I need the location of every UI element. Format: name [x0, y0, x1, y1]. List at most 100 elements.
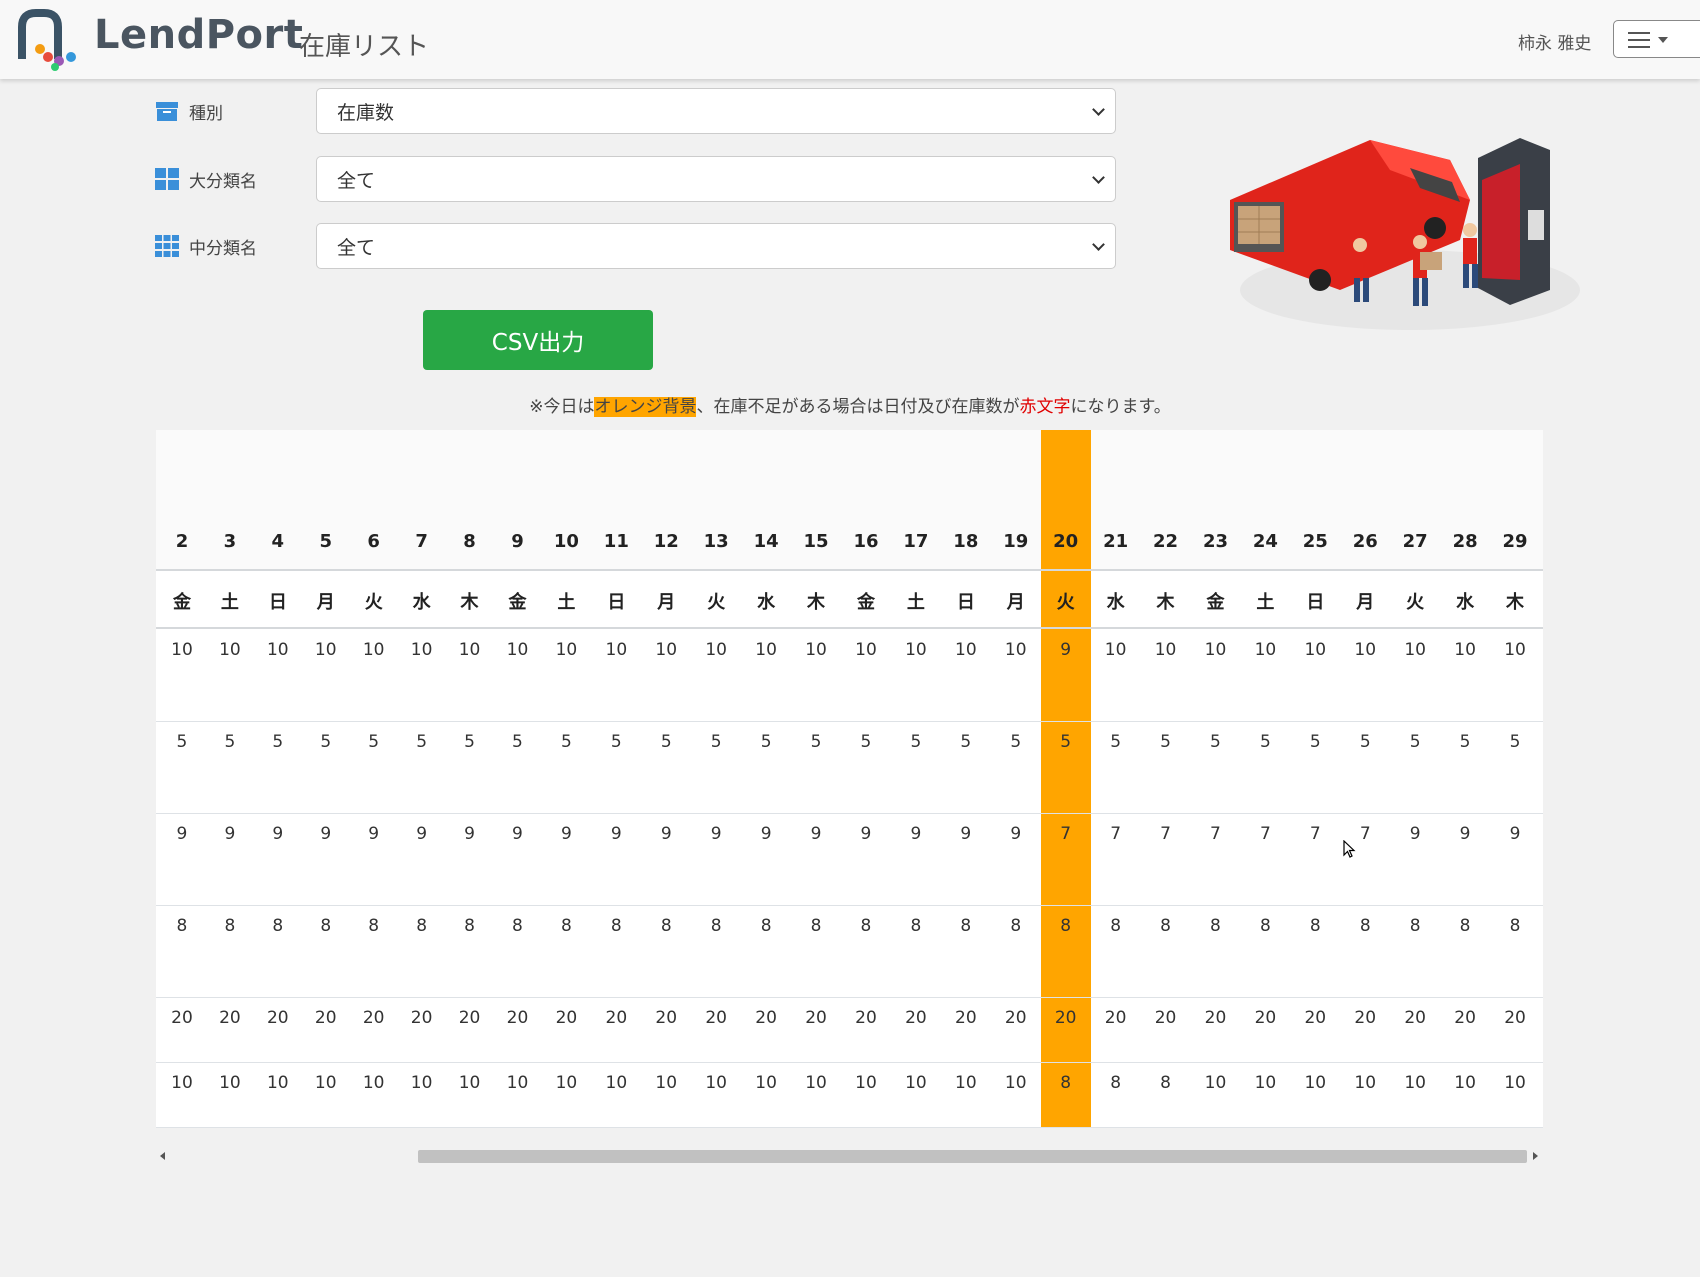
- lendport-logo-icon[interactable]: [18, 9, 88, 71]
- stock-value-cell: 8: [560, 916, 572, 936]
- middle-category-select[interactable]: 全て: [316, 223, 1116, 269]
- stock-value-cell: 5: [1110, 732, 1122, 752]
- stock-value-cell: 10: [458, 1073, 481, 1093]
- date-header-cell: 19: [1003, 531, 1029, 552]
- scroll-left-arrow-icon[interactable]: [160, 1152, 165, 1160]
- stock-value-cell: 10: [410, 1073, 433, 1093]
- stock-value-cell: 9: [810, 824, 822, 844]
- stock-value-cell: 5: [560, 732, 572, 752]
- stock-value-cell: 10: [266, 640, 289, 660]
- stock-value-cell: 10: [905, 1073, 927, 1093]
- stock-value-cell: 20: [1454, 1008, 1476, 1028]
- stock-value-cell: 10: [362, 640, 385, 660]
- stock-value-cell: 10: [219, 640, 241, 660]
- date-header-cell: 6: [367, 531, 380, 552]
- weekday-header-cell: 日: [1306, 592, 1325, 613]
- stock-value-cell: 10: [458, 640, 481, 660]
- stock-value-cell: 10: [506, 640, 529, 660]
- date-header-cell: 2: [175, 531, 189, 552]
- stock-value-cell: 10: [1504, 640, 1526, 660]
- stock-value-cell: 8: [1160, 916, 1171, 936]
- stock-value-cell: 10: [705, 640, 727, 660]
- stock-value-cell: 9: [760, 824, 772, 844]
- stock-value-cell: 8: [416, 916, 428, 936]
- type-select[interactable]: 在庫数: [316, 88, 1116, 134]
- stock-value-cell: 9: [660, 824, 672, 844]
- major-category-select[interactable]: 全て: [316, 156, 1116, 202]
- stock-value-cell: 10: [555, 1073, 578, 1093]
- stock-value-cell: 10: [1104, 640, 1127, 660]
- stock-value-cell: 8: [960, 916, 972, 936]
- mouse-cursor-icon: [1343, 840, 1356, 858]
- stock-value-cell: 8: [760, 916, 772, 936]
- stock-value-cell: 20: [1304, 1008, 1327, 1028]
- stock-value-cell: 5: [1509, 732, 1521, 752]
- stock-value-cell: 10: [655, 1073, 678, 1093]
- stock-value-cell: 10: [755, 1073, 777, 1093]
- stock-value-cell: 5: [810, 732, 822, 752]
- stock-value-cell: 20: [955, 1008, 977, 1028]
- date-header-cell: 24: [1252, 531, 1278, 552]
- date-header-cell: 23: [1202, 531, 1228, 552]
- date-header-cell: 13: [703, 531, 729, 552]
- stock-value-cell: 10: [805, 1073, 827, 1093]
- weekday-header-cell: 火: [364, 592, 383, 613]
- stock-value-cell: 8: [176, 916, 188, 936]
- stock-value-cell: 10: [1454, 640, 1476, 660]
- stock-value-cell: 10: [705, 1073, 727, 1093]
- horizontal-scrollbar-thumb[interactable]: [418, 1150, 1527, 1163]
- stock-value-cell: 10: [605, 1073, 628, 1093]
- brand-name[interactable]: LendPort: [94, 12, 303, 58]
- stock-value-cell: 8: [320, 916, 332, 936]
- weekday-header-cell: 土: [557, 592, 576, 613]
- stock-value-cell: 5: [1259, 732, 1271, 752]
- top-navbar: LendPort 在庫リスト 柿永 雅史: [0, 0, 1700, 79]
- date-header-cell: 11: [603, 531, 629, 552]
- stock-value-cell: 5: [660, 732, 672, 752]
- caret-down-icon: [1658, 37, 1668, 43]
- stock-value-cell: 5: [1359, 732, 1371, 752]
- stock-value-cell: 20: [362, 1008, 385, 1028]
- stock-value-cell: 10: [266, 1073, 289, 1093]
- stock-value-cell: 20: [506, 1008, 529, 1028]
- stock-value-cell: 9: [224, 824, 236, 844]
- filter-label-text: 中分類名: [189, 238, 257, 259]
- stock-value-cell: 8: [224, 916, 236, 936]
- stock-value-cell: 8: [660, 916, 672, 936]
- row-divider: [156, 569, 1543, 571]
- stock-value-cell: 10: [314, 640, 337, 660]
- chevron-down-icon: [1092, 238, 1105, 251]
- date-header-cell: 12: [653, 531, 679, 552]
- archive-box-icon: [156, 102, 178, 121]
- stock-value-cell: 5: [512, 732, 523, 752]
- stock-value-cell: 20: [1004, 1008, 1027, 1028]
- stock-value-cell: 20: [171, 1008, 193, 1028]
- stock-value-cell: 7: [1210, 824, 1221, 844]
- major-category-select-value: 全て: [337, 169, 376, 192]
- stock-value-cell: 20: [555, 1008, 578, 1028]
- stock-value-cell: 7: [1259, 824, 1271, 844]
- date-header-cell: 17: [903, 531, 929, 552]
- stock-value-cell: 8: [272, 916, 284, 936]
- stock-value-cell: 8: [1110, 1073, 1122, 1093]
- weekday-header-cell: 日: [268, 592, 287, 613]
- csv-export-button[interactable]: CSV出力: [423, 310, 653, 370]
- menu-toggle-button[interactable]: [1613, 20, 1700, 58]
- stock-value-cell: 10: [1354, 640, 1377, 660]
- stock-value-cell: 7: [1110, 824, 1122, 844]
- stock-value-cell: 20: [1104, 1008, 1127, 1028]
- stock-value-cell: 10: [755, 640, 777, 660]
- weekday-header-cell: 水: [757, 592, 776, 613]
- weekday-header-cell: 日: [956, 592, 975, 613]
- stock-value-cell: 8: [1459, 916, 1471, 936]
- stock-value-cell: 10: [410, 640, 433, 660]
- stock-value-cell: 10: [1204, 1073, 1227, 1093]
- stock-value-cell: 10: [314, 1073, 337, 1093]
- hamburger-icon: [1628, 32, 1650, 53]
- chevron-down-icon: [1092, 103, 1105, 116]
- stock-value-cell: 8: [910, 916, 922, 936]
- scroll-right-arrow-icon[interactable]: [1533, 1152, 1538, 1160]
- inventory-table: 2 3 4 5 6 7 8 9 10 11 12 13 14 15 16 17 18 19 20 21 22 23 24 25…: [156, 430, 1543, 1128]
- date-header-cell: 14: [753, 531, 779, 552]
- notice-prefix: ※今日は: [529, 397, 595, 417]
